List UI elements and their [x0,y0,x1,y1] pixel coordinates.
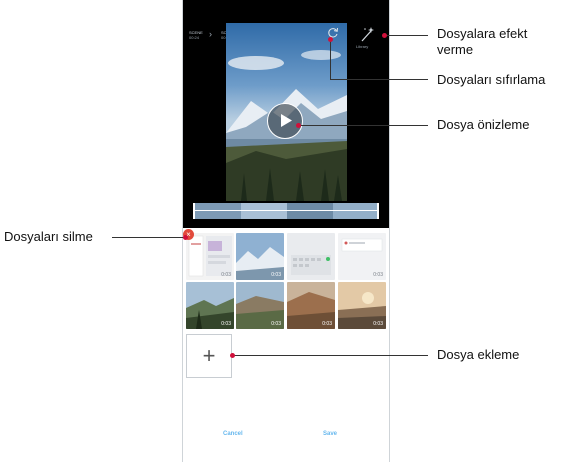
callout-delete: Dosyaları silme [4,229,93,244]
callout-line-reset [330,79,428,80]
callout-line-reset-vertical [330,40,331,80]
callout-dot-effects [382,33,387,38]
clip-thumbnail[interactable] [287,233,335,280]
phone-screen: SCENE00:24 › SCENE00:24 Library [182,0,390,462]
play-button[interactable] [267,103,303,139]
callout-line-add [233,355,428,356]
effect-label: Library [356,44,369,49]
clip-thumbnail[interactable]: 0:03 [186,233,234,280]
callout-line-preview [300,125,428,126]
save-button[interactable]: Save [323,431,337,437]
callout-dot-add [230,353,235,358]
magic-wand-icon[interactable] [359,26,375,44]
timeline-strip[interactable] [193,203,379,219]
breadcrumb-scene-1[interactable]: SCENE 00:24 [189,30,203,40]
callout-line-effects [386,35,428,36]
add-clip-button[interactable]: + [186,334,232,378]
callout-preview: Dosya önizleme [437,117,530,132]
clip-thumbnail[interactable]: 0:03 [236,233,284,280]
clip-thumbnail[interactable]: 0:03 [287,282,335,329]
callout-add: Dosya ekleme [437,347,520,362]
callout-reset: Dosyaları sıfırlama [437,72,546,87]
clip-thumbnail[interactable]: 0:03 [338,233,386,280]
clip-thumbnail[interactable]: 0:03 [338,282,386,329]
play-icon [281,114,292,127]
chevron-right-icon: › [209,29,212,39]
clip-thumbnail[interactable]: 0:03 [236,282,284,329]
callout-dot-delete [183,235,188,240]
callout-dot-preview [296,123,301,128]
cancel-button[interactable]: Cancel [223,431,243,437]
callout-line-delete [112,237,184,238]
callout-dot-reset [328,37,333,42]
callout-effects: Dosyalara efekt verme [437,26,528,57]
clip-thumbnail[interactable]: 0:03 [186,282,234,329]
